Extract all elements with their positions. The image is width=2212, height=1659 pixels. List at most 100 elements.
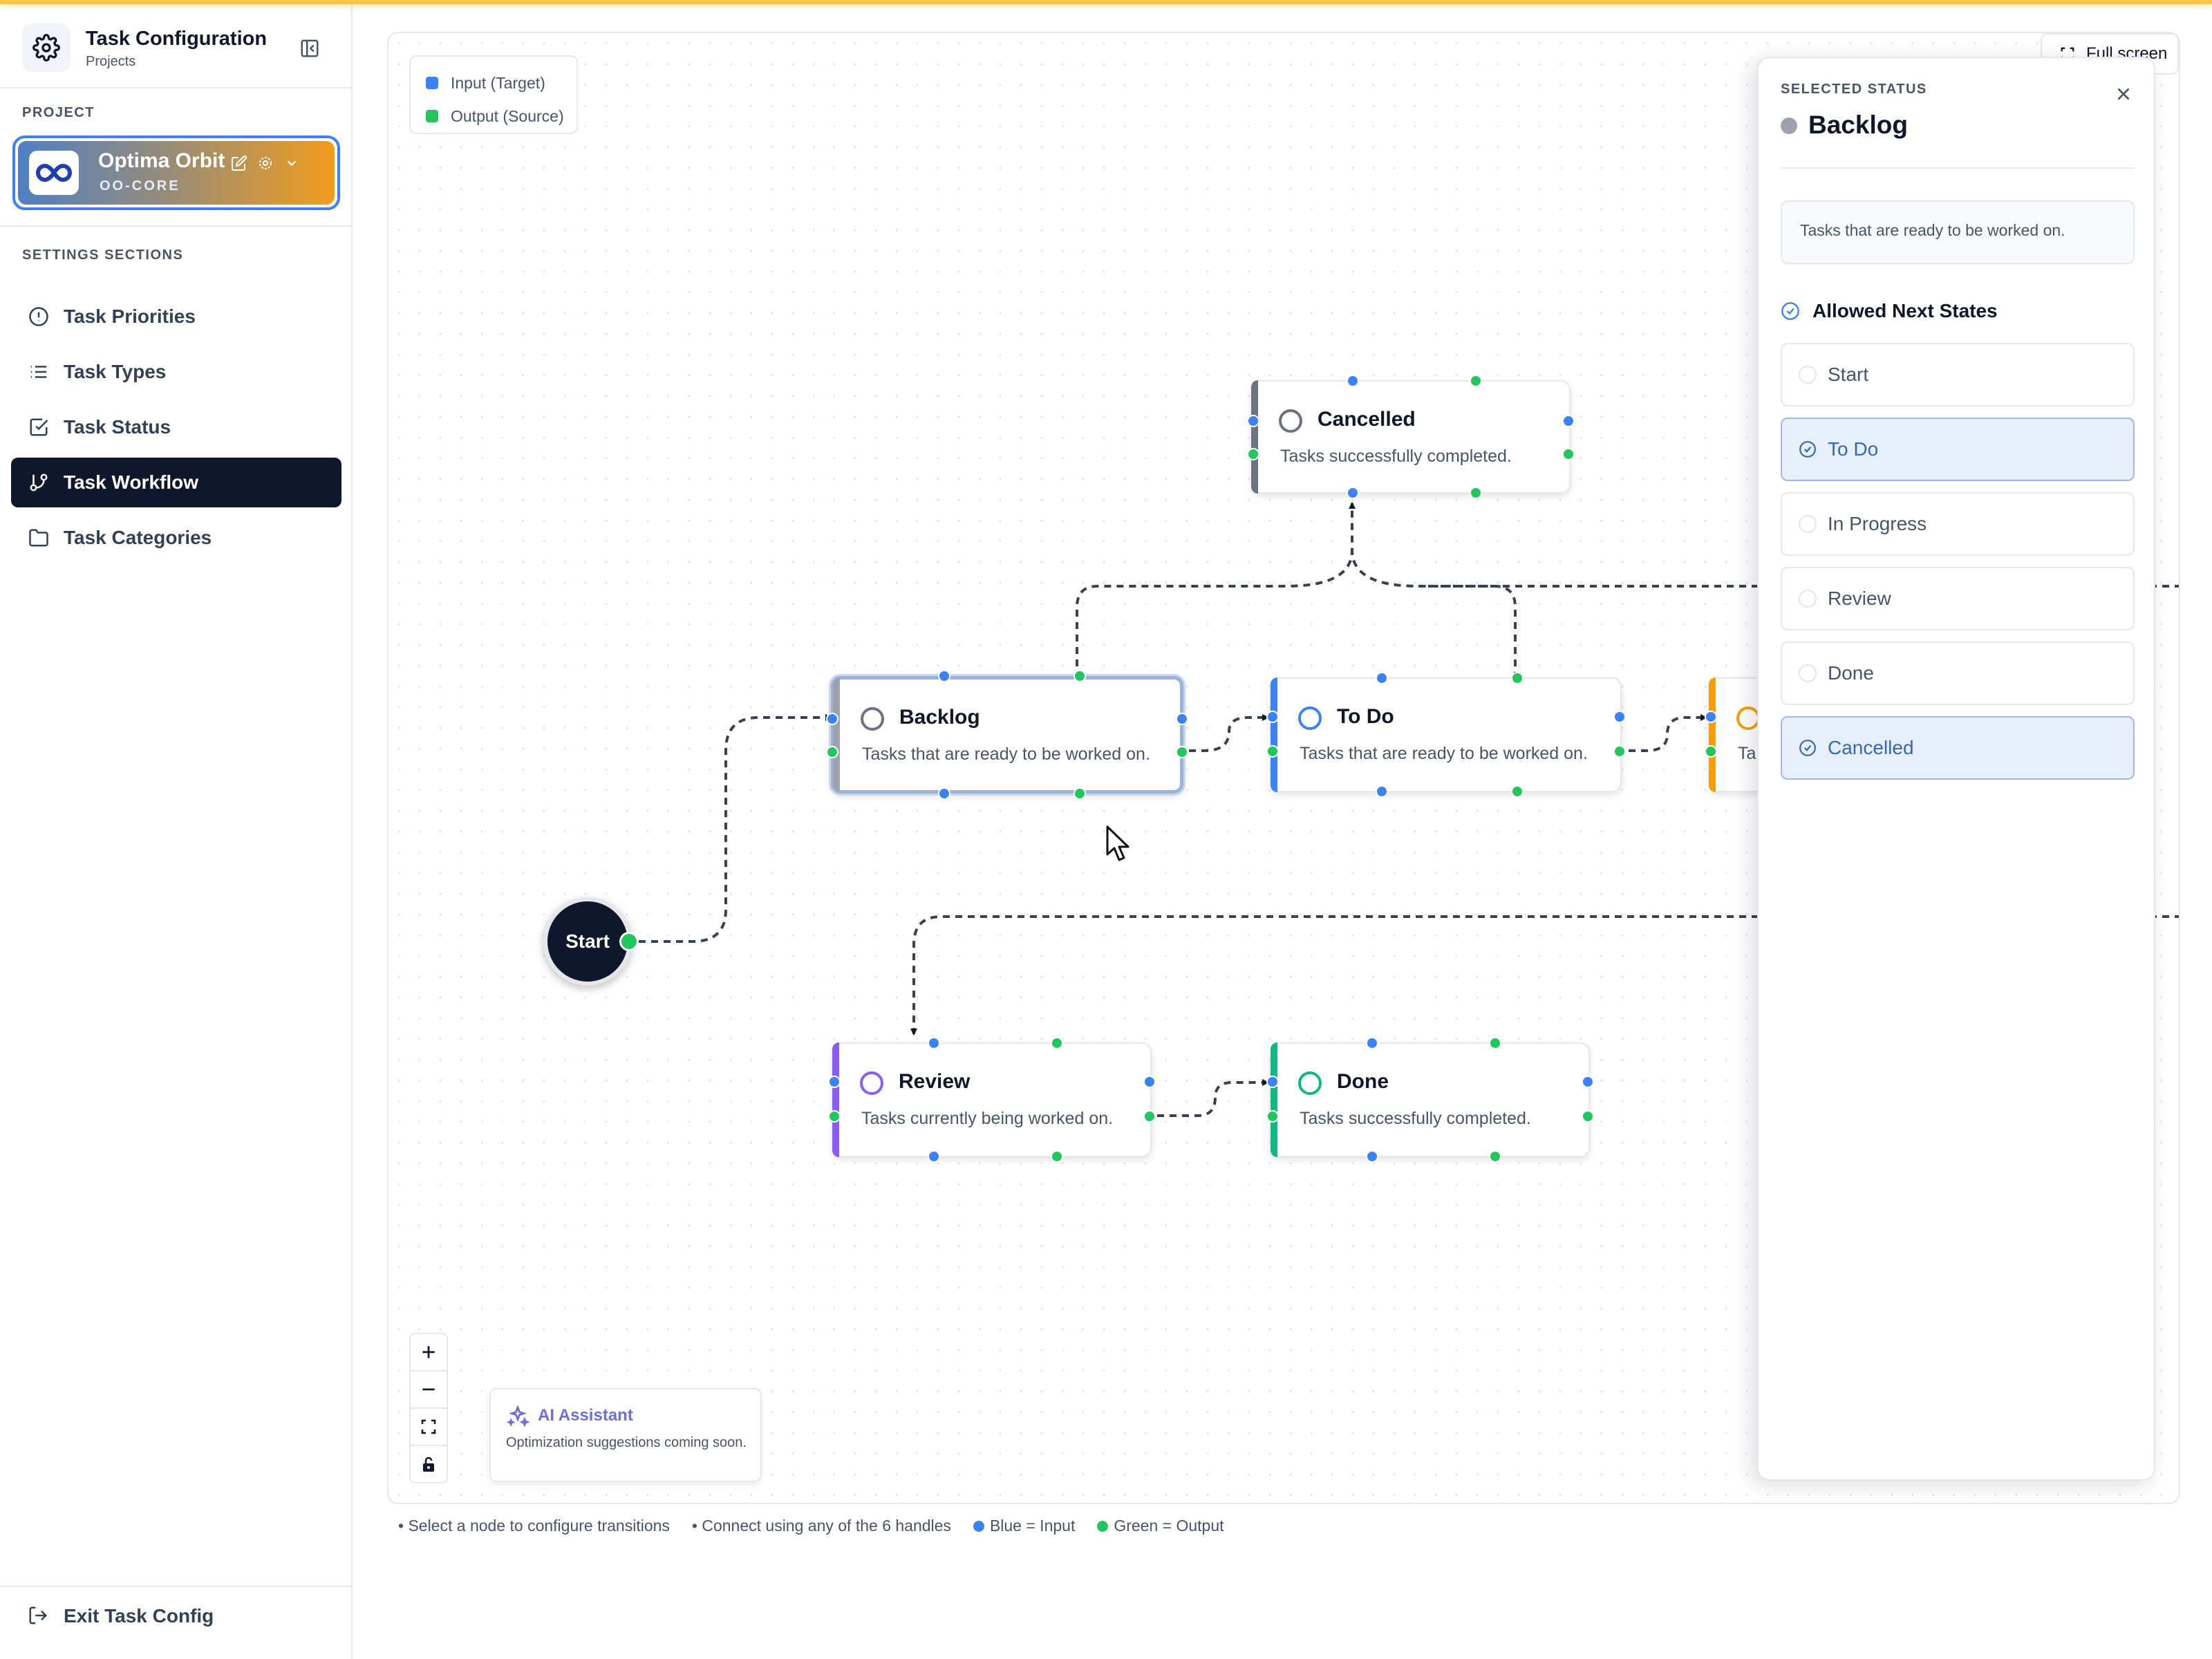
chevron-down-icon[interactable] [282, 153, 301, 173]
node-done[interactable]: Done Tasks successfully completed. [1266, 1037, 1594, 1163]
state-option-done[interactable]: Done [1781, 641, 2135, 705]
handle-input[interactable] [1366, 1037, 1378, 1049]
handle-output[interactable] [1511, 785, 1524, 798]
handle-output[interactable] [1470, 487, 1482, 499]
handle-output[interactable] [1489, 1150, 1501, 1163]
handle-output[interactable] [1074, 670, 1086, 682]
exit-label: Exit Task Config [64, 1605, 214, 1627]
handle-input[interactable] [1613, 711, 1626, 723]
handle-output[interactable] [1489, 1037, 1501, 1049]
handle-input[interactable] [1705, 711, 1717, 723]
handle-output[interactable] [828, 1110, 841, 1123]
handle-input[interactable] [938, 787, 950, 800]
state-option-start[interactable]: Start [1781, 343, 2135, 406]
handle-input[interactable] [1247, 415, 1259, 427]
handle-input[interactable] [1143, 1076, 1156, 1088]
collapse-sidebar-icon[interactable] [296, 35, 324, 62]
handle-input[interactable] [1366, 1150, 1378, 1163]
handle-output[interactable] [1511, 672, 1524, 684]
state-option-label: To Do [1828, 438, 1879, 460]
handle-input[interactable] [1376, 672, 1388, 684]
sidebar-item-task-priorities[interactable]: Task Priorities [11, 292, 341, 341]
node-cancelled[interactable]: Cancelled Tasks successfully completed. [1247, 375, 1575, 499]
handle-output[interactable] [1143, 1110, 1156, 1123]
handle-input[interactable] [1266, 1076, 1279, 1088]
state-option-cancelled[interactable]: Cancelled [1781, 716, 2135, 780]
lock-button[interactable] [411, 1446, 447, 1483]
handle-output[interactable] [1051, 1150, 1063, 1163]
node-description: Tasks successfully completed. [1280, 447, 1512, 466]
state-option-review[interactable]: Review [1781, 567, 2135, 630]
exit-task-config-button[interactable]: Exit Task Config [28, 1605, 214, 1627]
handle-input[interactable] [826, 713, 838, 725]
fit-view-icon [421, 1419, 436, 1434]
sidebar-item-label: Task Workflow [64, 471, 199, 493]
handle-input[interactable] [1347, 375, 1359, 387]
allowed-next-states-label: Allowed Next States [1812, 300, 1998, 321]
node-description: Tasks successfully completed. [1300, 1109, 1531, 1128]
handle-output[interactable] [1074, 787, 1086, 800]
node-start[interactable]: Start [543, 897, 632, 986]
state-option-todo[interactable]: To Do [1781, 418, 2135, 481]
check-circle-icon [1799, 739, 1817, 757]
handle-output[interactable] [1051, 1037, 1063, 1049]
handle-output[interactable] [826, 746, 838, 758]
handle-input[interactable] [928, 1150, 940, 1163]
settings-icon[interactable] [256, 153, 275, 173]
handle-input[interactable] [928, 1037, 940, 1049]
handle-output[interactable] [1247, 448, 1259, 460]
state-option-label: Done [1828, 662, 1874, 684]
sidebar-item-label: Task Priorities [64, 306, 196, 327]
edit-icon[interactable] [229, 153, 249, 173]
status-color-dot [1781, 118, 1797, 134]
node-review[interactable]: Review Tasks currently being worked on. [828, 1037, 1156, 1163]
node-todo[interactable]: To Do Tasks that are ready to be worked … [1266, 672, 1626, 798]
sidebar-item-task-status[interactable]: Task Status [11, 402, 341, 452]
handle-input[interactable] [828, 1076, 841, 1088]
handle-output[interactable] [1562, 448, 1575, 460]
lock-icon [423, 1456, 434, 1472]
handle-input[interactable] [1266, 711, 1279, 723]
green-dot-icon [1097, 1520, 1109, 1532]
close-panel-button[interactable] [2111, 82, 2136, 106]
status-color-bar [832, 1042, 839, 1157]
handle-output[interactable] [1705, 745, 1717, 758]
ai-assistant-title: AI Assistant [538, 1406, 633, 1425]
panel-label: SELECTED STATUS [1781, 82, 1927, 97]
sidebar: Task Configuration Projects PROJECT Opti… [0, 4, 353, 1659]
fit-view-button[interactable] [411, 1409, 447, 1446]
handle-input[interactable] [938, 670, 950, 682]
help-blue-input: Blue = Input [973, 1517, 1075, 1535]
node-title: Done [1337, 1070, 1389, 1093]
handle-output[interactable] [1613, 745, 1626, 758]
ai-assistant-card[interactable]: AI Assistant Optimization suggestions co… [489, 1388, 762, 1482]
handle-input[interactable] [1582, 1076, 1594, 1088]
project-selector[interactable]: Optima Orbit OO-CORE [12, 135, 340, 210]
app-subtitle: Projects [86, 54, 136, 69]
handle-output[interactable] [1470, 375, 1482, 387]
sidebar-item-task-types[interactable]: Task Types [11, 347, 341, 397]
status-circle-icon [1298, 1071, 1322, 1095]
handle-input[interactable] [1562, 415, 1575, 427]
divider [1781, 167, 2135, 169]
zoom-out-button[interactable] [411, 1371, 447, 1409]
handle-output[interactable] [1266, 1110, 1279, 1123]
node-backlog[interactable]: Backlog Tasks that are ready to be worke… [826, 670, 1188, 800]
sidebar-item-label: Task Types [64, 361, 167, 382]
status-color-bar [1271, 677, 1277, 792]
handle-output[interactable] [1176, 746, 1188, 758]
handle-input[interactable] [1376, 785, 1388, 798]
state-option-in-progress[interactable]: In Progress [1781, 492, 2135, 556]
sidebar-item-task-categories[interactable]: Task Categories [11, 513, 341, 563]
check-square-icon [28, 416, 50, 438]
node-description: Tasks currently being worked on. [861, 1109, 1114, 1128]
handle-input[interactable] [1176, 713, 1188, 725]
handle-output[interactable] [1266, 745, 1279, 758]
sidebar-item-task-workflow[interactable]: Task Workflow [11, 458, 341, 507]
handle-input[interactable] [1347, 487, 1359, 499]
handle-output[interactable] [1582, 1110, 1594, 1123]
zoom-in-button[interactable] [411, 1334, 447, 1371]
selected-status-name: Backlog [1808, 111, 1908, 139]
start-output-handle[interactable] [619, 932, 639, 951]
sidebar-item-label: Task Categories [64, 527, 212, 548]
